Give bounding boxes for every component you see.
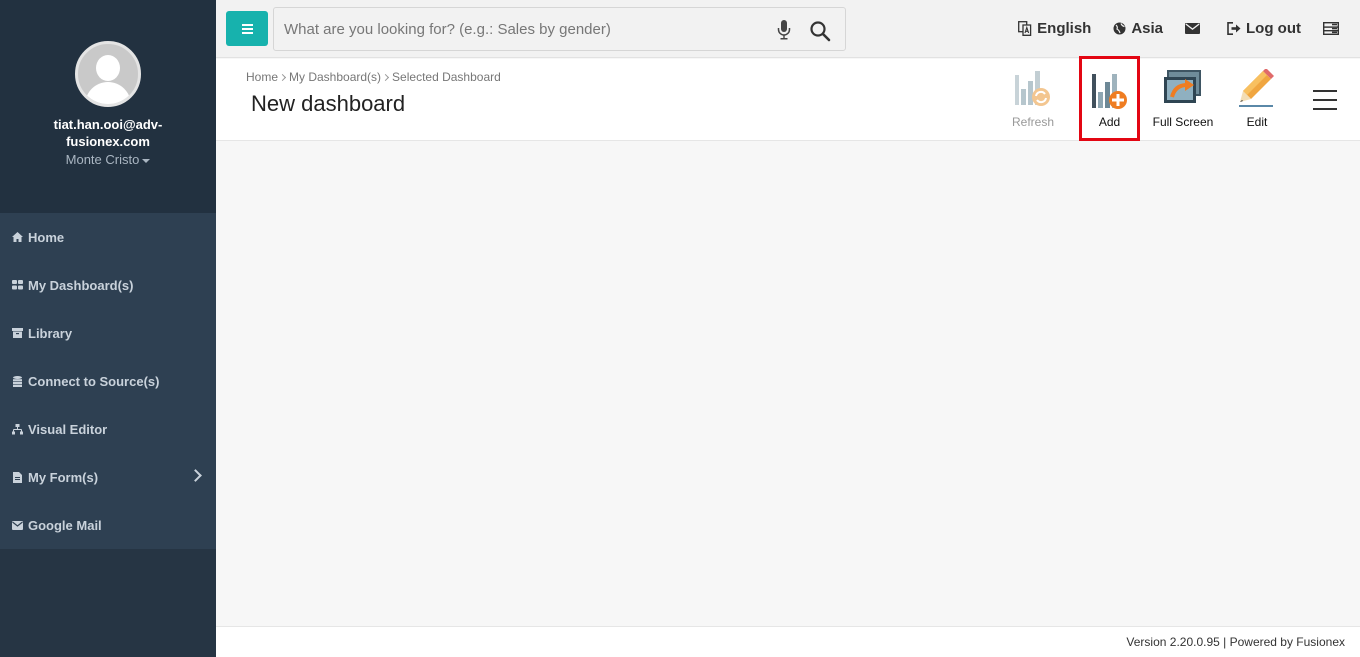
avatar[interactable] bbox=[75, 41, 141, 107]
sidebar-filler bbox=[0, 549, 216, 657]
language-icon bbox=[1018, 20, 1032, 36]
search-input[interactable] bbox=[284, 8, 764, 50]
sitemap-icon bbox=[11, 423, 23, 435]
sidebar-item-library[interactable]: Library bbox=[0, 309, 216, 357]
envelope-icon bbox=[1185, 22, 1201, 34]
refresh-button[interactable]: Refresh bbox=[1004, 59, 1062, 141]
logout-label: Log out bbox=[1246, 19, 1301, 37]
profile-panel: tiat.han.ooi@adv-fusionex.com Monte Cris… bbox=[0, 0, 216, 213]
microphone-icon[interactable] bbox=[777, 20, 791, 40]
user-menu-toggle[interactable]: Monte Cristo bbox=[0, 152, 216, 167]
user-email: tiat.han.ooi@adv-fusionex.com bbox=[53, 117, 163, 149]
sidebar-item-label: Home bbox=[28, 229, 65, 245]
envelope-icon bbox=[11, 519, 23, 531]
avatar-body bbox=[85, 82, 131, 104]
language-selector[interactable]: English bbox=[1018, 20, 1091, 37]
sidebar-item-label: My Dashboard(s) bbox=[28, 277, 134, 293]
server-list-icon bbox=[1323, 21, 1339, 35]
version-text: Version 2.20.0.95 | Powered by Fusionex bbox=[1126, 635, 1345, 649]
sidebar-item-visual-editor[interactable]: Visual Editor bbox=[0, 405, 216, 453]
add-widget-button[interactable]: Add bbox=[1079, 56, 1140, 141]
menu-line bbox=[1313, 99, 1337, 101]
language-label: English bbox=[1037, 19, 1092, 37]
database-icon bbox=[11, 375, 23, 387]
sidebar-item-google-mail[interactable]: Google Mail bbox=[0, 501, 216, 549]
sidebar-item-home[interactable]: Home bbox=[0, 213, 216, 261]
refresh-chart-icon bbox=[1015, 71, 1050, 106]
page-title: New dashboard bbox=[251, 91, 406, 116]
archive-icon bbox=[11, 327, 23, 339]
logout-button[interactable]: Log out bbox=[1227, 20, 1301, 37]
chevron-right-icon bbox=[189, 469, 202, 482]
search-icon[interactable] bbox=[809, 20, 831, 42]
sidebar-item-label: Google Mail bbox=[28, 517, 102, 533]
region-label: Asia bbox=[1131, 19, 1164, 37]
sidebar-item-my-forms[interactable]: My Form(s) bbox=[0, 453, 216, 501]
menu-line bbox=[241, 23, 253, 26]
globe-icon bbox=[1113, 22, 1126, 34]
dashboard-canvas bbox=[216, 142, 1360, 626]
menu-line bbox=[1313, 108, 1337, 110]
add-chart-icon bbox=[1091, 74, 1127, 109]
sidebar: tiat.han.ooi@adv-fusionex.com Monte Cris… bbox=[0, 0, 216, 657]
sidebar-item-label: Visual Editor bbox=[28, 421, 108, 437]
caret-down-icon bbox=[142, 158, 151, 163]
add-label: Add bbox=[1098, 115, 1121, 129]
top-bar: English Asia Log out bbox=[216, 0, 1360, 58]
breadcrumb-my-dashboards[interactable]: My Dashboard(s) bbox=[289, 70, 381, 84]
full-screen-label: Full Screen bbox=[1152, 115, 1214, 129]
edit-dashboard-button[interactable]: Edit bbox=[1229, 59, 1285, 141]
search-box bbox=[273, 7, 846, 51]
layout-settings-button[interactable] bbox=[1323, 21, 1344, 35]
pencil-icon bbox=[1239, 69, 1274, 107]
more-options-menu-icon[interactable] bbox=[1313, 90, 1337, 110]
menu-line bbox=[241, 31, 253, 34]
home-icon bbox=[11, 231, 23, 243]
breadcrumb-selected-dashboard: Selected Dashboard bbox=[392, 70, 501, 84]
full-screen-button[interactable]: Full Screen bbox=[1148, 59, 1218, 141]
sidebar-item-label: Library bbox=[28, 325, 73, 341]
top-right-menu: English Asia Log out bbox=[996, 0, 1344, 56]
chevron-right-icon bbox=[382, 73, 390, 82]
sidebar-item-my-dashboards[interactable]: My Dashboard(s) bbox=[0, 261, 216, 309]
footer: Version 2.20.0.95 | Powered by Fusionex bbox=[216, 626, 1360, 657]
avatar-head bbox=[96, 55, 120, 81]
menu-line bbox=[241, 27, 253, 30]
sidebar-item-connect-sources[interactable]: Connect to Source(s) bbox=[0, 357, 216, 405]
breadcrumb: Home My Dashboard(s) Selected Dashboard bbox=[246, 70, 501, 84]
breadcrumb-home[interactable]: Home bbox=[246, 70, 278, 84]
user-name: Monte Cristo bbox=[65, 152, 140, 167]
full-screen-icon bbox=[1164, 70, 1201, 103]
messages-button[interactable] bbox=[1185, 22, 1205, 34]
refresh-label: Refresh bbox=[1011, 115, 1055, 129]
sidebar-item-label: My Form(s) bbox=[28, 469, 99, 485]
region-selector[interactable]: Asia bbox=[1113, 20, 1163, 37]
logout-icon bbox=[1227, 21, 1241, 35]
dashboard-grid-icon bbox=[11, 279, 23, 291]
menu-line bbox=[1313, 90, 1337, 92]
sidebar-item-label: Connect to Source(s) bbox=[28, 373, 160, 389]
chevron-right-icon bbox=[278, 73, 287, 82]
sidebar-nav: Home My Dashboard(s) Library Connect to … bbox=[0, 213, 216, 549]
dashboard-header: Home My Dashboard(s) Selected Dashboard Ne… bbox=[216, 56, 1360, 141]
sidebar-toggle-button[interactable] bbox=[226, 11, 268, 46]
edit-label: Edit bbox=[1246, 115, 1268, 129]
file-icon bbox=[11, 471, 23, 483]
